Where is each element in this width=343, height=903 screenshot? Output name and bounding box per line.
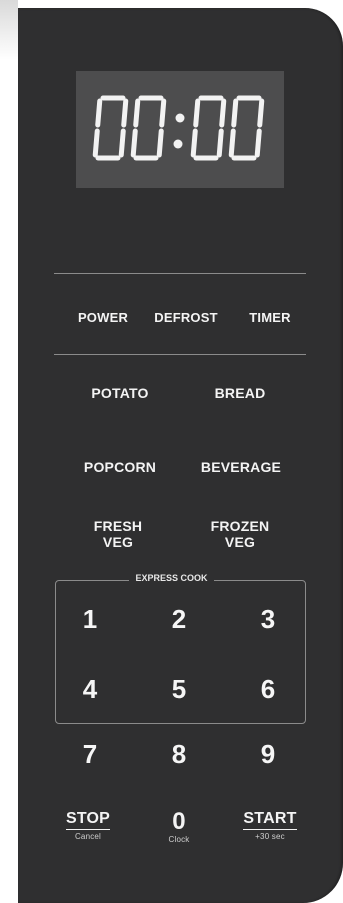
beverage-button[interactable]: BEVERAGE (186, 459, 296, 475)
key-6[interactable]: 6 (253, 674, 283, 705)
express-cook-label: EXPRESS COOK (0, 573, 343, 583)
divider-middle (54, 354, 306, 355)
start-button[interactable]: START +30 sec (230, 810, 310, 842)
stop-button[interactable]: STOP Cancel (55, 810, 121, 842)
stop-label: STOP (65, 810, 111, 831)
digit-0-segment-c (118, 127, 126, 158)
digit-1-segment-c (156, 127, 164, 158)
start-label: START (243, 810, 297, 831)
digit-2-segment-c (216, 127, 224, 158)
frozen-veg-button[interactable]: FROZEN VEG (190, 518, 290, 550)
digit-0-segment-f (95, 97, 103, 128)
key-5[interactable]: 5 (164, 674, 194, 705)
digit-1-segment-b (159, 97, 167, 128)
time-display: 00:00 (76, 71, 284, 188)
digit-2-segment-b (219, 97, 227, 128)
timer-button[interactable]: TIMER (240, 310, 300, 326)
digit-0-segment-b (121, 97, 129, 128)
digit-0-segment-e (92, 127, 100, 158)
key-0: 0 (172, 808, 186, 835)
digit-2-segment-e (190, 127, 198, 158)
key-3[interactable]: 3 (253, 604, 283, 635)
key-8[interactable]: 8 (164, 739, 194, 770)
digit-1-segment-e (130, 127, 138, 158)
top-edge-shading (0, 0, 18, 60)
fresh-veg-button[interactable]: FRESH VEG (70, 518, 166, 550)
digit-3-segment-e (228, 127, 236, 158)
key-9[interactable]: 9 (253, 739, 283, 770)
stop-sub-label: Cancel (74, 832, 102, 842)
digit-3-segment-b (257, 97, 265, 128)
defrost-button[interactable]: DEFROST (147, 310, 225, 326)
digit-1-segment-f (133, 97, 141, 128)
digit-3-segment-c (254, 127, 262, 158)
divider-top (54, 273, 306, 274)
popcorn-button[interactable]: POPCORN (68, 459, 172, 475)
seven-segment-readout (92, 95, 265, 160)
potato-button[interactable]: POTATO (70, 385, 170, 401)
key-4[interactable]: 4 (75, 674, 105, 705)
key-1[interactable]: 1 (75, 604, 105, 635)
zero-clock-button[interactable]: 0 Clock (156, 808, 202, 844)
key-7[interactable]: 7 (75, 739, 105, 770)
digit-2-segment-f (193, 97, 201, 128)
power-button[interactable]: POWER (70, 310, 136, 326)
express-cook-text: EXPRESS COOK (129, 573, 214, 583)
start-sub-label: +30 sec (255, 832, 285, 842)
digit-3-segment-f (231, 97, 239, 128)
key-2[interactable]: 2 (164, 604, 194, 635)
bread-button[interactable]: BREAD (195, 385, 285, 401)
clock-sub-label: Clock (168, 834, 190, 844)
